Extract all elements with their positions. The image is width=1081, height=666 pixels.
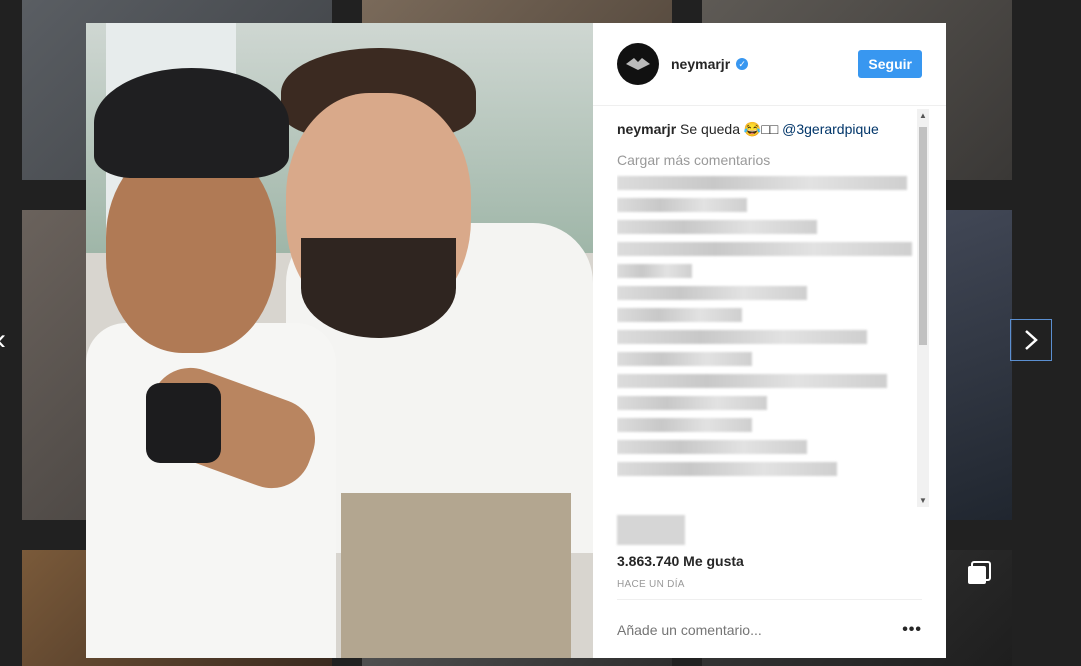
blurred-comment (617, 264, 692, 278)
add-comment-bar: ••• (617, 599, 922, 659)
blurred-comment (617, 418, 752, 432)
caption-text: Se queda 😂□□ (680, 121, 779, 137)
blurred-comment (617, 352, 752, 366)
chevron-right-icon[interactable] (1010, 319, 1052, 361)
post-header: neymarjr ✓ Seguir (593, 23, 946, 106)
blurred-comment (617, 308, 742, 322)
blurred-comment (617, 462, 837, 476)
blurred-comment (617, 286, 807, 300)
more-options-icon[interactable]: ••• (902, 621, 922, 639)
comment-input[interactable] (617, 621, 903, 638)
post-modal: neymarjr ✓ Seguir neymarjr Se queda 😂□□ … (86, 23, 946, 658)
blurred-comment (617, 242, 912, 256)
blurred-likers (617, 515, 685, 545)
post-time: HACE UN DÍA (617, 579, 685, 590)
blurred-comment (617, 396, 767, 410)
load-more-comments-link[interactable]: Cargar más comentarios (617, 152, 929, 168)
avatar[interactable] (617, 43, 659, 85)
scroll-down-icon[interactable]: ▼ (917, 496, 929, 505)
verified-badge-icon: ✓ (736, 58, 749, 70)
scrollbar-thumb[interactable] (919, 127, 927, 345)
post-sidebar: neymarjr ✓ Seguir neymarjr Se queda 😂□□ … (593, 23, 946, 658)
post-photo[interactable] (86, 23, 593, 658)
caption-username[interactable]: neymarjr (617, 121, 676, 137)
blurred-comment (617, 440, 807, 454)
post-caption: neymarjr Se queda 😂□□ @3gerardpique (617, 121, 929, 138)
chevron-left-icon[interactable]: ‹ (0, 325, 6, 355)
comments-scrollbar[interactable]: ▲ ▼ (917, 109, 929, 507)
username[interactable]: neymarjr (671, 56, 730, 72)
follow-button[interactable]: Seguir (858, 50, 922, 78)
blurred-comment (617, 198, 747, 212)
blurred-comment (617, 220, 817, 234)
comments-list: neymarjr Se queda 😂□□ @3gerardpique Carg… (617, 109, 929, 507)
blurred-comment (617, 374, 887, 388)
blurred-comment (617, 176, 907, 190)
multiple-posts-icon (966, 560, 992, 586)
blurred-comment (617, 330, 867, 344)
scroll-up-icon[interactable]: ▲ (917, 111, 929, 120)
caption-mention[interactable]: @3gerardpique (782, 121, 879, 137)
like-count[interactable]: 3.863.740 Me gusta (617, 553, 744, 569)
